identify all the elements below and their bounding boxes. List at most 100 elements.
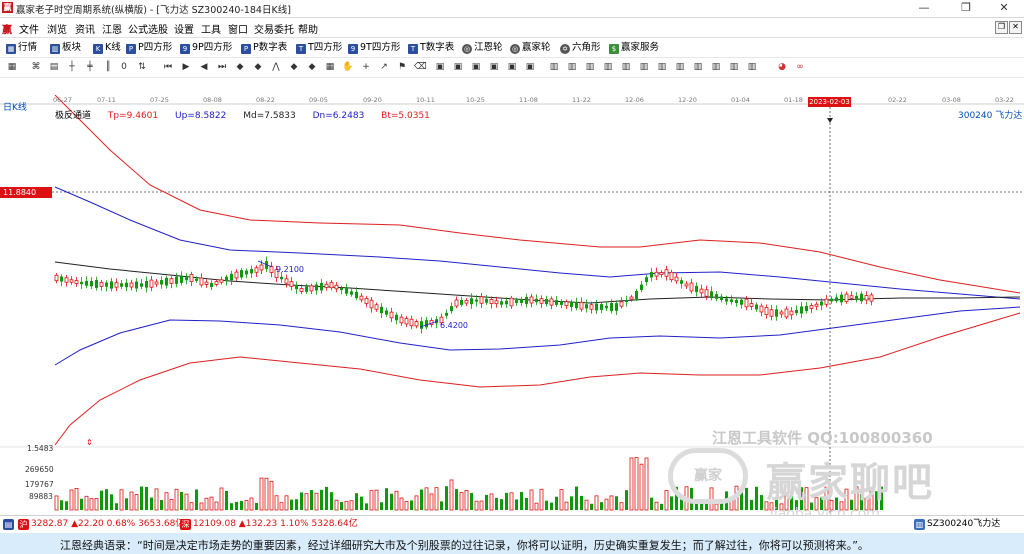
chart-window-3-icon[interactable]: ▣	[470, 61, 482, 73]
sh-index[interactable]: 沪 3282.87 ▲22.20 0.68% 3653.68亿	[18, 519, 184, 530]
fan-tool-icon[interactable]: ⋀	[270, 61, 282, 73]
hand-icon[interactable]: ✋	[342, 61, 354, 73]
mdi-close-button[interactable]: ✕	[1009, 21, 1022, 34]
period-1-icon[interactable]: ▥	[548, 61, 560, 73]
volume-bar-up	[404, 501, 409, 511]
sz-index[interactable]: 深 12109.08 ▲132.23 1.10% 5328.64亿	[180, 519, 358, 530]
menu-app-icon[interactable]: 赢	[2, 21, 12, 36]
period-12-icon[interactable]: ▥	[746, 61, 758, 73]
candle-down	[345, 288, 348, 294]
period-3-icon[interactable]: ▥	[584, 61, 596, 73]
candle-down	[450, 306, 453, 312]
volume-bar-down	[100, 490, 103, 510]
toolbar-hexagon-button[interactable]: ✡ 六角形	[560, 41, 601, 54]
chart-window-6-icon[interactable]: ▣	[524, 61, 536, 73]
toolbar-quote-button[interactable]: ▦ 行情	[6, 41, 37, 54]
chart-window-4-icon[interactable]: ▣	[488, 61, 500, 73]
chart-window-2-icon[interactable]: ▣	[452, 61, 464, 73]
chart-window-5-icon[interactable]: ▣	[506, 61, 518, 73]
pattern-icon[interactable]: ⌘	[30, 61, 42, 73]
toolbar-sector-button[interactable]: ▥ 板块	[50, 41, 81, 54]
grid-tool-icon[interactable]: ▦	[324, 61, 336, 73]
minimize-button[interactable]: —	[904, 0, 944, 17]
menu-news[interactable]: 资讯	[75, 21, 95, 36]
calc-icon[interactable]: ▤	[48, 61, 60, 73]
menu-browse[interactable]: 浏览	[47, 21, 67, 36]
toolbar-p-square-button[interactable]: P P四方形	[126, 41, 172, 54]
close-button[interactable]: ✕	[984, 0, 1024, 17]
first-page-icon[interactable]: ⏮	[162, 61, 174, 73]
volume-bar-down	[355, 493, 358, 510]
period-5-icon[interactable]: ▥	[620, 61, 632, 73]
candle-down	[60, 276, 63, 282]
toolbar-kline-button[interactable]: K K线	[93, 41, 121, 54]
color-wheel-icon[interactable]: ◕	[776, 61, 788, 73]
candle-down	[135, 281, 138, 289]
volume-bar-down	[750, 499, 753, 510]
axis-low-label: 1.5483	[27, 444, 54, 453]
toolbar-gann-wheel-button[interactable]: ◎ 江恩轮	[462, 41, 503, 54]
toolbar-9t-square-button[interactable]: 9 9T四方形	[348, 41, 400, 54]
ohlc-icon[interactable]: ║	[102, 61, 114, 73]
period-2-icon[interactable]: ▥	[566, 61, 578, 73]
diamond-tool-1-icon[interactable]: ◆	[234, 61, 246, 73]
crosshair-icon[interactable]: +	[360, 61, 372, 73]
toolbar-p-number-table-button[interactable]: P P数字表	[241, 41, 287, 54]
period-label[interactable]: 日K线	[3, 100, 27, 113]
volume-bar-up	[174, 488, 179, 511]
menu-gann[interactable]: 江恩	[102, 21, 122, 36]
chart-window-1-icon[interactable]: ▣	[434, 61, 446, 73]
menu-file[interactable]: 文件	[19, 21, 39, 36]
infinity-icon[interactable]: ∞	[794, 61, 806, 73]
next-page-icon[interactable]: ▶	[180, 61, 192, 73]
prev-icon[interactable]: ◀	[198, 61, 210, 73]
period-10-icon[interactable]: ▥	[710, 61, 722, 73]
status-stock-text: SZ300240飞力达	[927, 519, 1001, 529]
status-stock[interactable]: ▥ SZ300240飞力达	[914, 519, 1000, 530]
toolbar-winner-wheel-label: 赢家轮	[522, 42, 551, 53]
period-7-icon[interactable]: ▥	[656, 61, 668, 73]
period-4-icon[interactable]: ▥	[602, 61, 614, 73]
candle-down	[710, 291, 713, 299]
menu-help[interactable]: 帮助	[298, 21, 318, 36]
menu-trade[interactable]: 交易委托	[254, 21, 294, 36]
candle-down	[740, 299, 743, 305]
candle-style-icon[interactable]: ╪	[84, 61, 96, 73]
sort-icon[interactable]: ⇅	[136, 61, 148, 73]
menu-tools[interactable]: 工具	[201, 21, 221, 36]
toolbar-9p-square-button[interactable]: 9 9P四方形	[180, 41, 232, 54]
status-menu-icon[interactable]: ▤	[3, 519, 16, 530]
last-page-icon[interactable]: ⏭	[216, 61, 228, 73]
eraser-icon[interactable]: ⌫	[414, 61, 427, 73]
toolbar-winner-service-button[interactable]: $ 赢家服务	[609, 41, 659, 54]
arrow-icon[interactable]: ↗	[378, 61, 390, 73]
period-11-icon[interactable]: ▥	[728, 61, 740, 73]
flag-icon[interactable]: ⚑	[396, 61, 408, 73]
zero-icon[interactable]: 0	[118, 61, 130, 73]
diamond-tool-4-icon[interactable]: ◆	[306, 61, 318, 73]
period-9-icon[interactable]: ▥	[692, 61, 704, 73]
period-8-icon[interactable]: ▥	[674, 61, 686, 73]
candle-down	[820, 301, 823, 306]
toolbar-t-number-table-label: T数字表	[420, 42, 455, 53]
bar-style-icon[interactable]: ┼	[66, 61, 78, 73]
maximize-button[interactable]: ❐	[946, 0, 986, 17]
layout-icon[interactable]: ▦	[6, 61, 18, 73]
menu-window[interactable]: 窗口	[228, 21, 248, 36]
toolbar-t-number-table-button[interactable]: T T数字表	[408, 41, 454, 54]
volume-bar-down	[670, 496, 673, 510]
candle-up	[809, 305, 814, 309]
mdi-restore-button[interactable]: ❐	[995, 21, 1008, 34]
candle-up	[664, 269, 669, 277]
period-6-icon[interactable]: ▥	[638, 61, 650, 73]
low-price-note: 6.4200	[440, 321, 468, 330]
toolbar-winner-wheel-button[interactable]: ◎ 赢家轮	[510, 41, 551, 54]
diamond-tool-3-icon[interactable]: ◆	[288, 61, 300, 73]
toolbar-t-square-button[interactable]: T T四方形	[296, 41, 342, 54]
candle-down	[195, 278, 198, 281]
diamond-tool-2-icon[interactable]: ◆	[252, 61, 264, 73]
menu-formula-picker[interactable]: 公式选股	[128, 21, 168, 36]
vol-tick-2: 179767	[25, 480, 54, 489]
candle-down	[720, 296, 723, 301]
menu-settings[interactable]: 设置	[174, 21, 194, 36]
